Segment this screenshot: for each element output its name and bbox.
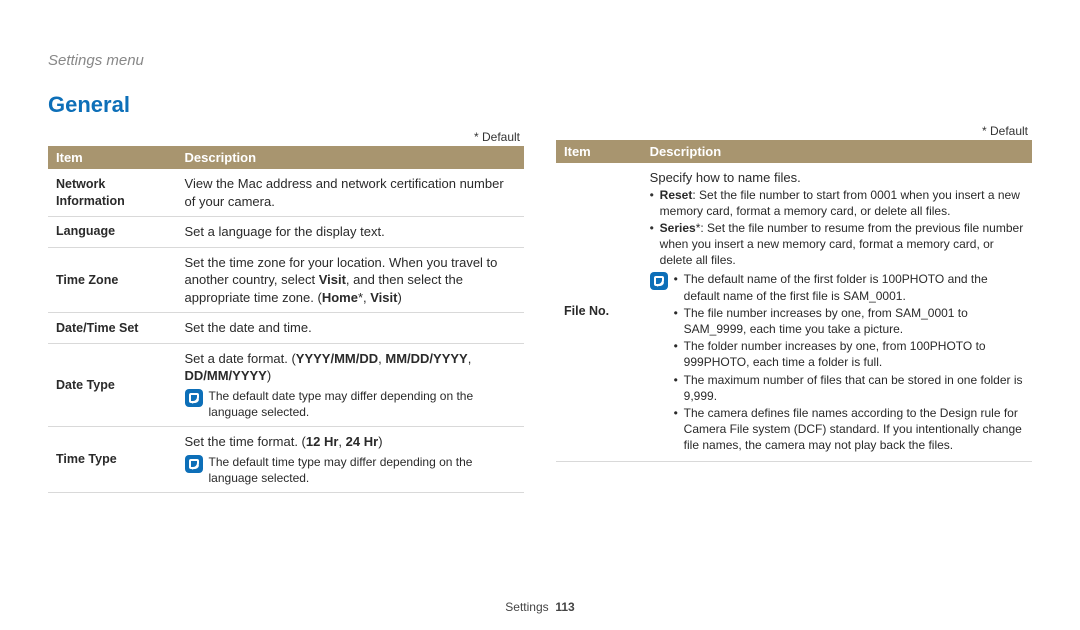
default-marker-left: * Default xyxy=(48,130,524,144)
label-time-type: Time Type xyxy=(48,427,177,493)
note-date-type: The default date type may differ dependi… xyxy=(209,388,516,420)
label-network-info: Network Information xyxy=(48,169,177,217)
row-datetime: Date/Time Set Set the date and time. xyxy=(48,313,524,344)
label-language: Language xyxy=(48,217,177,248)
col-header-desc: Description xyxy=(642,140,1032,163)
right-column: * Default Item Description File No. Spec… xyxy=(556,52,1032,493)
note-time-type: The default time type may differ dependi… xyxy=(209,454,516,486)
row-time-type: Time Type Set the time format. (12 Hr, 2… xyxy=(48,427,524,493)
settings-table-right: Item Description File No. Specify how to… xyxy=(556,140,1032,462)
label-date-type: Date Type xyxy=(48,343,177,426)
desc-date-type: Set a date format. (YYYY/MM/DD, MM/DD/YY… xyxy=(177,343,524,426)
col-header-item: Item xyxy=(48,146,177,169)
desc-file-no: Specify how to name files. Reset: Set th… xyxy=(642,163,1032,461)
desc-datetime: Set the date and time. xyxy=(177,313,524,344)
note-icon xyxy=(650,272,668,290)
file-no-intro: Specify how to name files. xyxy=(650,169,1024,187)
row-network-info: Network Information View the Mac address… xyxy=(48,169,524,217)
desc-network-info: View the Mac address and network certifi… xyxy=(177,169,524,217)
col-header-desc: Description xyxy=(177,146,524,169)
file-no-notes: The default name of the first folder is … xyxy=(674,271,1024,454)
settings-table-left: Item Description Network Information Vie… xyxy=(48,146,524,493)
file-no-note-item: The maximum number of files that can be … xyxy=(674,372,1024,404)
file-no-note-item: The default name of the first folder is … xyxy=(674,271,1024,303)
file-no-note-item: The file number increases by one, from S… xyxy=(674,305,1024,337)
col-header-item: Item xyxy=(556,140,642,163)
row-time-zone: Time Zone Set the time zone for your loc… xyxy=(48,247,524,313)
row-date-type: Date Type Set a date format. (YYYY/MM/DD… xyxy=(48,343,524,426)
file-no-reset: Reset: Set the file number to start from… xyxy=(650,187,1024,219)
row-language: Language Set a language for the display … xyxy=(48,217,524,248)
page-footer: Settings 113 xyxy=(0,600,1080,614)
file-no-note-item: The folder number increases by one, from… xyxy=(674,338,1024,370)
note-icon xyxy=(185,455,203,473)
section-title: General xyxy=(48,92,524,118)
file-no-series: Series*: Set the file number to resume f… xyxy=(650,220,1024,269)
desc-language: Set a language for the display text. xyxy=(177,217,524,248)
breadcrumb: Settings menu xyxy=(48,52,144,69)
page-body: General * Default Item Description Netwo… xyxy=(0,0,1080,513)
label-datetime: Date/Time Set xyxy=(48,313,177,344)
row-file-no: File No. Specify how to name files. Rese… xyxy=(556,163,1032,461)
label-file-no: File No. xyxy=(556,163,642,461)
file-no-note-item: The camera defines file names according … xyxy=(674,405,1024,454)
desc-time-type: Set the time format. (12 Hr, 24 Hr) The … xyxy=(177,427,524,493)
default-marker-right: * Default xyxy=(556,124,1032,138)
desc-time-zone: Set the time zone for your location. Whe… xyxy=(177,247,524,313)
left-column: General * Default Item Description Netwo… xyxy=(48,52,524,493)
label-time-zone: Time Zone xyxy=(48,247,177,313)
note-icon xyxy=(185,389,203,407)
